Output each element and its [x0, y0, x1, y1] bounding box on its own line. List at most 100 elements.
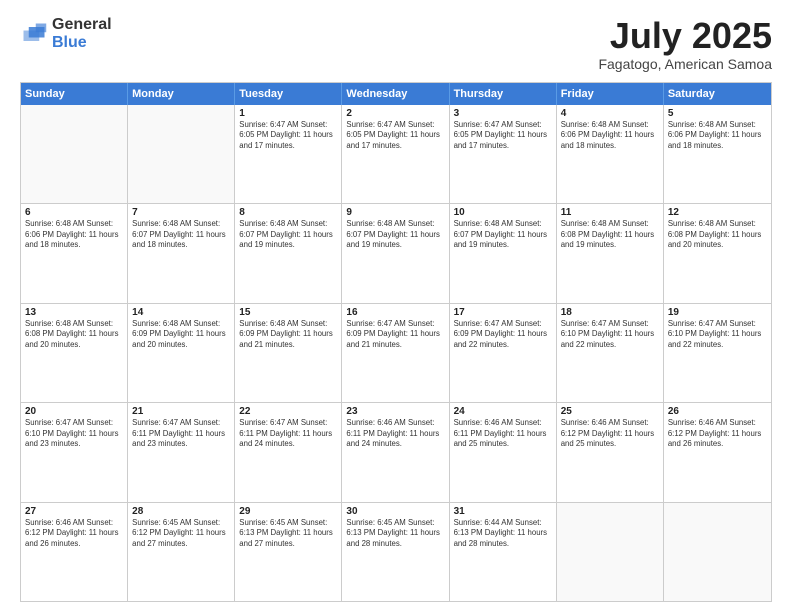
- day-number: 4: [561, 108, 659, 119]
- header-monday: Monday: [128, 83, 235, 105]
- calendar-cell-3-4: 16Sunrise: 6:47 AM Sunset: 6:09 PM Dayli…: [342, 304, 449, 402]
- calendar-row-5: 27Sunrise: 6:46 AM Sunset: 6:12 PM Dayli…: [21, 502, 771, 601]
- day-number: 1: [239, 108, 337, 119]
- day-number: 17: [454, 307, 552, 318]
- logo-blue-text: Blue: [52, 34, 112, 52]
- header: General Blue July 2025 Fagatogo, America…: [20, 16, 772, 72]
- location-subtitle: Fagatogo, American Samoa: [598, 56, 772, 72]
- logo-icon: [20, 20, 48, 48]
- day-number: 18: [561, 307, 659, 318]
- day-info: Sunrise: 6:47 AM Sunset: 6:05 PM Dayligh…: [454, 120, 552, 152]
- day-number: 23: [346, 406, 444, 417]
- day-number: 22: [239, 406, 337, 417]
- month-title: July 2025: [598, 16, 772, 56]
- day-number: 25: [561, 406, 659, 417]
- calendar-cell-2-5: 10Sunrise: 6:48 AM Sunset: 6:07 PM Dayli…: [450, 204, 557, 302]
- calendar-cell-4-5: 24Sunrise: 6:46 AM Sunset: 6:11 PM Dayli…: [450, 403, 557, 501]
- calendar-cell-3-5: 17Sunrise: 6:47 AM Sunset: 6:09 PM Dayli…: [450, 304, 557, 402]
- logo: General Blue: [20, 16, 112, 51]
- day-number: 5: [668, 108, 767, 119]
- calendar-cell-5-3: 29Sunrise: 6:45 AM Sunset: 6:13 PM Dayli…: [235, 503, 342, 601]
- calendar-cell-1-6: 4Sunrise: 6:48 AM Sunset: 6:06 PM Daylig…: [557, 105, 664, 203]
- day-number: 3: [454, 108, 552, 119]
- calendar-cell-3-6: 18Sunrise: 6:47 AM Sunset: 6:10 PM Dayli…: [557, 304, 664, 402]
- calendar-cell-2-1: 6Sunrise: 6:48 AM Sunset: 6:06 PM Daylig…: [21, 204, 128, 302]
- title-block: July 2025 Fagatogo, American Samoa: [598, 16, 772, 72]
- day-info: Sunrise: 6:48 AM Sunset: 6:07 PM Dayligh…: [239, 219, 337, 251]
- day-info: Sunrise: 6:48 AM Sunset: 6:06 PM Dayligh…: [25, 219, 123, 251]
- day-info: Sunrise: 6:48 AM Sunset: 6:07 PM Dayligh…: [346, 219, 444, 251]
- calendar-cell-1-1: [21, 105, 128, 203]
- logo-text: General Blue: [52, 16, 112, 51]
- calendar-header-row: Sunday Monday Tuesday Wednesday Thursday…: [21, 83, 771, 105]
- header-sunday: Sunday: [21, 83, 128, 105]
- calendar-cell-2-7: 12Sunrise: 6:48 AM Sunset: 6:08 PM Dayli…: [664, 204, 771, 302]
- day-info: Sunrise: 6:47 AM Sunset: 6:09 PM Dayligh…: [454, 319, 552, 351]
- day-number: 24: [454, 406, 552, 417]
- day-number: 12: [668, 207, 767, 218]
- day-number: 14: [132, 307, 230, 318]
- page: General Blue July 2025 Fagatogo, America…: [0, 0, 792, 612]
- day-number: 31: [454, 506, 552, 517]
- day-info: Sunrise: 6:44 AM Sunset: 6:13 PM Dayligh…: [454, 518, 552, 550]
- day-number: 26: [668, 406, 767, 417]
- calendar-cell-4-4: 23Sunrise: 6:46 AM Sunset: 6:11 PM Dayli…: [342, 403, 449, 501]
- logo-general-text: General: [52, 16, 112, 34]
- day-number: 13: [25, 307, 123, 318]
- day-number: 15: [239, 307, 337, 318]
- day-number: 6: [25, 207, 123, 218]
- day-number: 2: [346, 108, 444, 119]
- calendar-cell-1-5: 3Sunrise: 6:47 AM Sunset: 6:05 PM Daylig…: [450, 105, 557, 203]
- calendar-cell-4-3: 22Sunrise: 6:47 AM Sunset: 6:11 PM Dayli…: [235, 403, 342, 501]
- calendar-cell-5-1: 27Sunrise: 6:46 AM Sunset: 6:12 PM Dayli…: [21, 503, 128, 601]
- day-number: 28: [132, 506, 230, 517]
- day-info: Sunrise: 6:46 AM Sunset: 6:11 PM Dayligh…: [346, 418, 444, 450]
- calendar-row-3: 13Sunrise: 6:48 AM Sunset: 6:08 PM Dayli…: [21, 303, 771, 402]
- day-info: Sunrise: 6:48 AM Sunset: 6:07 PM Dayligh…: [132, 219, 230, 251]
- calendar-cell-3-2: 14Sunrise: 6:48 AM Sunset: 6:09 PM Dayli…: [128, 304, 235, 402]
- day-info: Sunrise: 6:47 AM Sunset: 6:09 PM Dayligh…: [346, 319, 444, 351]
- calendar-cell-1-2: [128, 105, 235, 203]
- calendar-cell-5-4: 30Sunrise: 6:45 AM Sunset: 6:13 PM Dayli…: [342, 503, 449, 601]
- day-info: Sunrise: 6:48 AM Sunset: 6:09 PM Dayligh…: [239, 319, 337, 351]
- calendar-cell-5-2: 28Sunrise: 6:45 AM Sunset: 6:12 PM Dayli…: [128, 503, 235, 601]
- header-wednesday: Wednesday: [342, 83, 449, 105]
- day-number: 16: [346, 307, 444, 318]
- day-number: 9: [346, 207, 444, 218]
- calendar-body: 1Sunrise: 6:47 AM Sunset: 6:05 PM Daylig…: [21, 105, 771, 601]
- calendar-cell-5-5: 31Sunrise: 6:44 AM Sunset: 6:13 PM Dayli…: [450, 503, 557, 601]
- day-info: Sunrise: 6:47 AM Sunset: 6:10 PM Dayligh…: [561, 319, 659, 351]
- header-saturday: Saturday: [664, 83, 771, 105]
- calendar-cell-5-6: [557, 503, 664, 601]
- day-number: 27: [25, 506, 123, 517]
- calendar-cell-4-6: 25Sunrise: 6:46 AM Sunset: 6:12 PM Dayli…: [557, 403, 664, 501]
- day-number: 8: [239, 207, 337, 218]
- day-info: Sunrise: 6:46 AM Sunset: 6:11 PM Dayligh…: [454, 418, 552, 450]
- day-info: Sunrise: 6:47 AM Sunset: 6:10 PM Dayligh…: [25, 418, 123, 450]
- day-info: Sunrise: 6:48 AM Sunset: 6:07 PM Dayligh…: [454, 219, 552, 251]
- day-number: 20: [25, 406, 123, 417]
- calendar-cell-2-4: 9Sunrise: 6:48 AM Sunset: 6:07 PM Daylig…: [342, 204, 449, 302]
- calendar: Sunday Monday Tuesday Wednesday Thursday…: [20, 82, 772, 602]
- day-number: 7: [132, 207, 230, 218]
- header-thursday: Thursday: [450, 83, 557, 105]
- day-info: Sunrise: 6:47 AM Sunset: 6:11 PM Dayligh…: [132, 418, 230, 450]
- calendar-cell-1-7: 5Sunrise: 6:48 AM Sunset: 6:06 PM Daylig…: [664, 105, 771, 203]
- calendar-cell-4-1: 20Sunrise: 6:47 AM Sunset: 6:10 PM Dayli…: [21, 403, 128, 501]
- day-number: 10: [454, 207, 552, 218]
- header-tuesday: Tuesday: [235, 83, 342, 105]
- day-info: Sunrise: 6:47 AM Sunset: 6:05 PM Dayligh…: [239, 120, 337, 152]
- day-info: Sunrise: 6:48 AM Sunset: 6:08 PM Dayligh…: [668, 219, 767, 251]
- calendar-cell-4-7: 26Sunrise: 6:46 AM Sunset: 6:12 PM Dayli…: [664, 403, 771, 501]
- day-info: Sunrise: 6:48 AM Sunset: 6:06 PM Dayligh…: [561, 120, 659, 152]
- day-info: Sunrise: 6:48 AM Sunset: 6:08 PM Dayligh…: [561, 219, 659, 251]
- day-info: Sunrise: 6:47 AM Sunset: 6:10 PM Dayligh…: [668, 319, 767, 351]
- day-info: Sunrise: 6:45 AM Sunset: 6:12 PM Dayligh…: [132, 518, 230, 550]
- day-info: Sunrise: 6:48 AM Sunset: 6:09 PM Dayligh…: [132, 319, 230, 351]
- day-number: 11: [561, 207, 659, 218]
- calendar-cell-3-1: 13Sunrise: 6:48 AM Sunset: 6:08 PM Dayli…: [21, 304, 128, 402]
- calendar-row-2: 6Sunrise: 6:48 AM Sunset: 6:06 PM Daylig…: [21, 203, 771, 302]
- day-number: 21: [132, 406, 230, 417]
- day-info: Sunrise: 6:45 AM Sunset: 6:13 PM Dayligh…: [239, 518, 337, 550]
- day-info: Sunrise: 6:45 AM Sunset: 6:13 PM Dayligh…: [346, 518, 444, 550]
